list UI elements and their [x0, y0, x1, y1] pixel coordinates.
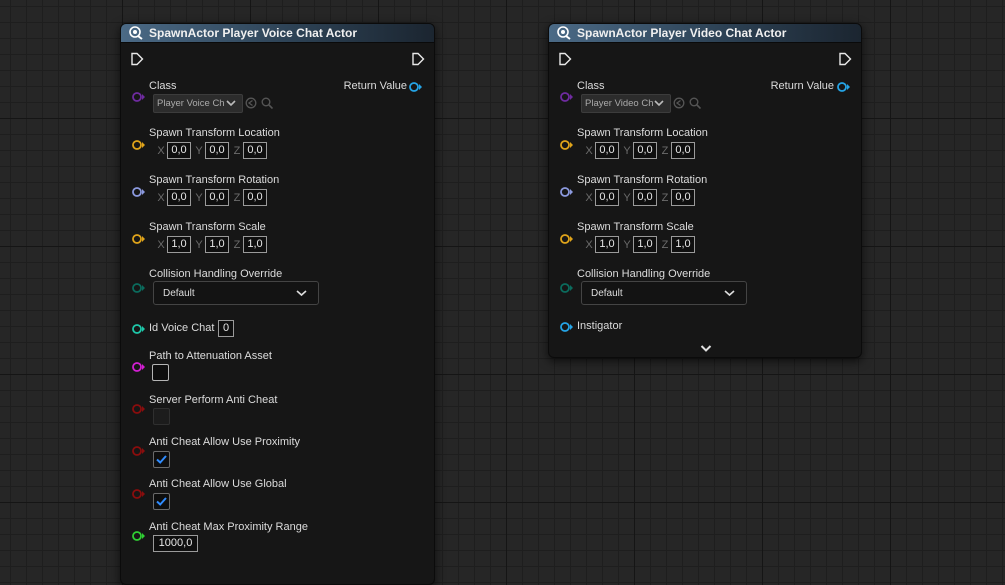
node-title: SpawnActor Player Video Chat Actor [577, 26, 787, 40]
chevron-down-icon [724, 290, 735, 297]
chevron-down-icon [296, 290, 307, 297]
browse-icon[interactable] [673, 97, 685, 109]
rotation-y-input[interactable]: 0,0 [633, 189, 657, 206]
allow-global-label: Anti Cheat Allow Use Global [149, 478, 287, 490]
max-range-pin[interactable] [132, 530, 145, 542]
path-attenuation-input[interactable] [152, 364, 169, 381]
class-label: Class [149, 80, 177, 92]
return-value-pin[interactable] [409, 81, 422, 93]
exec-in-icon[interactable] [130, 52, 144, 66]
rotation-pin[interactable] [132, 186, 145, 198]
exec-out-icon[interactable] [411, 52, 425, 66]
rotation-label: Spawn Transform Rotation [577, 174, 708, 186]
rotation-x-input[interactable]: 0,0 [167, 189, 191, 206]
location-x-input[interactable]: 0,0 [595, 142, 619, 159]
class-dropdown[interactable]: Player Video Chat Actor [581, 94, 671, 113]
path-attenuation-label: Path to Attenuation Asset [149, 350, 272, 362]
rotation-x-input[interactable]: 0,0 [595, 189, 619, 206]
spawn-video-chat-node[interactable]: SpawnActor Player Video Chat Actor Class… [548, 23, 862, 358]
spawn-actor-icon [557, 26, 571, 40]
location-x-input[interactable]: 0,0 [167, 142, 191, 159]
scale-pin[interactable] [132, 233, 145, 245]
location-vector: X 0,0 Y 0,0 Z 0,0 [156, 142, 270, 159]
location-z-input[interactable]: 0,0 [243, 142, 267, 159]
class-value: Player Voice Chat Actor [157, 98, 225, 109]
location-label: Spawn Transform Location [149, 127, 280, 139]
allow-global-checkbox[interactable] [153, 493, 170, 510]
search-icon[interactable] [261, 97, 273, 109]
node-header[interactable]: SpawnActor Player Voice Chat Actor [121, 24, 434, 43]
allow-proximity-checkbox[interactable] [153, 451, 170, 468]
class-pin[interactable] [132, 91, 145, 103]
exec-out-icon[interactable] [838, 52, 852, 66]
instigator-pin[interactable] [560, 321, 573, 333]
location-pin[interactable] [132, 139, 145, 151]
advanced-expand-icon[interactable] [700, 344, 712, 353]
allow-proximity-label: Anti Cheat Allow Use Proximity [149, 436, 300, 448]
location-pin[interactable] [560, 139, 573, 151]
chevron-down-icon [226, 100, 236, 107]
search-icon[interactable] [689, 97, 701, 109]
rotation-vector: X 0,0 Y 0,0 Z 0,0 [584, 189, 698, 206]
rotation-y-input[interactable]: 0,0 [205, 189, 229, 206]
scale-z-input[interactable]: 1,0 [243, 236, 267, 253]
node-header[interactable]: SpawnActor Player Video Chat Actor [549, 24, 861, 43]
exec-in-icon[interactable] [558, 52, 572, 66]
class-value: Player Video Chat Actor [585, 98, 653, 109]
max-range-label: Anti Cheat Max Proximity Range [149, 521, 308, 533]
return-value-label: Return Value [770, 80, 834, 92]
collision-dropdown[interactable]: Default [581, 281, 747, 305]
spawn-voice-chat-node[interactable]: SpawnActor Player Voice Chat Actor Class… [120, 23, 435, 585]
rotation-vector: X 0,0 Y 0,0 Z 0,0 [156, 189, 270, 206]
collision-label: Collision Handling Override [149, 268, 283, 280]
browse-icon[interactable] [245, 97, 257, 109]
id-voice-chat-pin[interactable] [132, 323, 145, 335]
scale-pin[interactable] [560, 233, 573, 245]
scale-vector: X 1,0 Y 1,0 Z 1,0 [584, 236, 698, 253]
scale-x-input[interactable]: 1,0 [595, 236, 619, 253]
id-voice-chat-input[interactable]: 0 [218, 320, 234, 337]
return-value-label: Return Value [343, 80, 407, 92]
location-vector: X 0,0 Y 0,0 Z 0,0 [584, 142, 698, 159]
rotation-z-input[interactable]: 0,0 [671, 189, 695, 206]
checkmark-icon [156, 455, 167, 464]
scale-label: Spawn Transform Scale [577, 221, 694, 233]
collision-dropdown[interactable]: Default [153, 281, 319, 305]
rotation-pin[interactable] [560, 186, 573, 198]
location-y-input[interactable]: 0,0 [205, 142, 229, 159]
scale-vector: X 1,0 Y 1,0 Z 1,0 [156, 236, 270, 253]
return-value-pin[interactable] [837, 81, 850, 93]
max-range-input[interactable]: 1000,0 [153, 535, 198, 552]
collision-value: Default [163, 287, 195, 299]
node-title: SpawnActor Player Voice Chat Actor [149, 26, 358, 40]
allow-proximity-pin[interactable] [132, 445, 145, 457]
id-voice-chat-label: Id Voice Chat [149, 322, 215, 334]
rotation-z-input[interactable]: 0,0 [243, 189, 267, 206]
server-anti-cheat-pin[interactable] [132, 403, 145, 415]
checkmark-icon [156, 497, 167, 506]
server-anti-cheat-checkbox[interactable] [153, 408, 170, 425]
scale-z-input[interactable]: 1,0 [671, 236, 695, 253]
scale-y-input[interactable]: 1,0 [205, 236, 229, 253]
location-y-input[interactable]: 0,0 [633, 142, 657, 159]
location-z-input[interactable]: 0,0 [671, 142, 695, 159]
class-dropdown[interactable]: Player Voice Chat Actor [153, 94, 243, 113]
collision-pin[interactable] [560, 282, 573, 294]
scale-label: Spawn Transform Scale [149, 221, 266, 233]
class-label: Class [577, 80, 605, 92]
allow-global-pin[interactable] [132, 488, 145, 500]
scale-x-input[interactable]: 1,0 [167, 236, 191, 253]
spawn-actor-icon [129, 26, 143, 40]
path-attenuation-pin[interactable] [132, 361, 145, 373]
server-anti-cheat-label: Server Perform Anti Cheat [149, 394, 278, 406]
rotation-label: Spawn Transform Rotation [149, 174, 280, 186]
collision-value: Default [591, 287, 623, 299]
instigator-label: Instigator [577, 320, 623, 332]
collision-pin[interactable] [132, 282, 145, 294]
scale-y-input[interactable]: 1,0 [633, 236, 657, 253]
chevron-down-icon [654, 100, 664, 107]
collision-label: Collision Handling Override [577, 268, 711, 280]
location-label: Spawn Transform Location [577, 127, 708, 139]
class-pin[interactable] [560, 91, 573, 103]
